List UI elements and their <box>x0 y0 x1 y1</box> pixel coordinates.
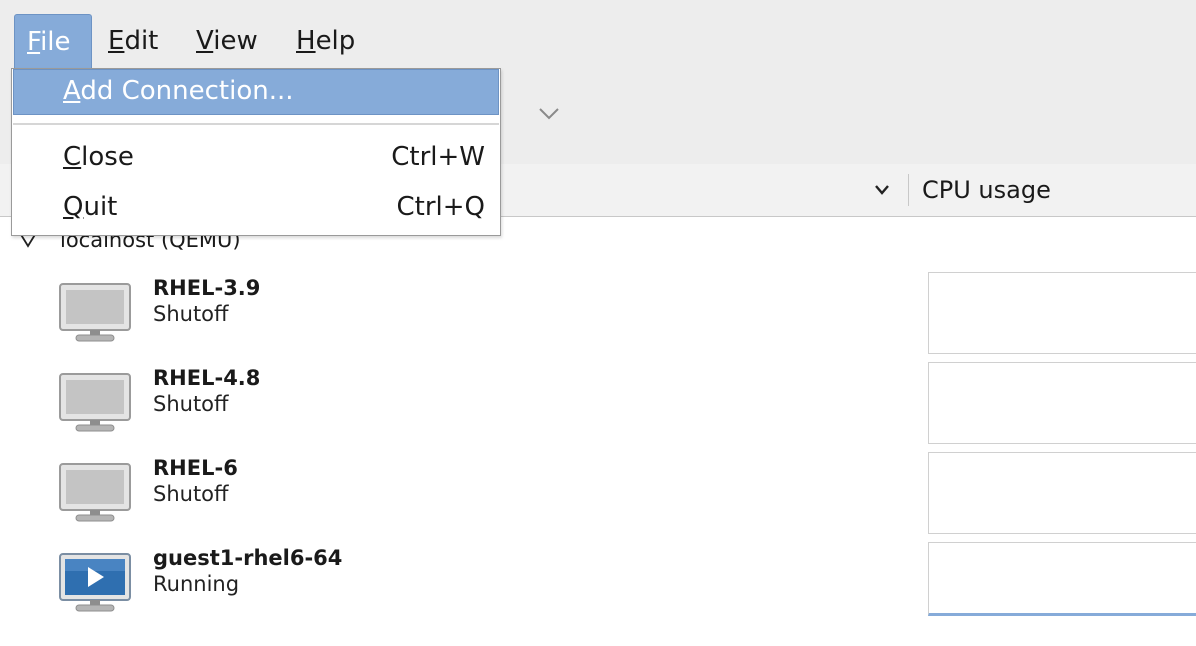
file-menu-dropdown: Add Connection... Close Ctrl+W Quit Ctrl… <box>11 68 501 236</box>
sort-chevron-icon[interactable] <box>874 183 890 197</box>
column-separator <box>908 174 909 206</box>
close-label: lose <box>81 142 134 172</box>
menu-help-label: elp <box>315 26 356 56</box>
quit-label: uit <box>83 192 118 222</box>
quit-shortcut: Ctrl+Q <box>396 192 485 222</box>
toolbar-dropdown-chevron-icon[interactable] <box>537 106 561 122</box>
cpu-usage-graph <box>928 452 1196 534</box>
vm-shutoff-icon <box>59 463 131 522</box>
cpu-usage-graph <box>928 272 1196 354</box>
vm-status: Shutoff <box>153 392 229 416</box>
menu-view-label: iew <box>213 26 258 56</box>
vm-running-icon <box>59 553 131 612</box>
menu-file-label: ile <box>40 27 71 57</box>
vm-name: RHEL-4.8 <box>153 366 261 390</box>
menu-view-mnemonic: V <box>196 26 214 56</box>
menu-edit[interactable]: Edit <box>108 14 168 68</box>
menu-file-mnemonic: F <box>27 27 41 57</box>
menu-edit-label: dit <box>124 26 159 56</box>
vm-status: Running <box>153 572 240 596</box>
cpu-usage-graph <box>928 362 1196 444</box>
cpu-usage-graph <box>928 542 1196 616</box>
add-connection-label: dd Connection... <box>80 76 294 106</box>
menu-view[interactable]: View <box>196 14 266 68</box>
vm-name: RHEL-3.9 <box>153 276 261 300</box>
vm-shutoff-icon <box>59 283 131 342</box>
vm-shutoff-icon <box>59 373 131 432</box>
add-connection-mnemonic: A <box>63 76 81 106</box>
column-cpu-usage[interactable]: CPU usage <box>922 174 1051 206</box>
vm-row[interactable]: guest1-rhel6-64 Running <box>0 542 1196 646</box>
vm-status: Shutoff <box>153 482 229 506</box>
menu-separator <box>13 123 499 125</box>
menu-edit-mnemonic: E <box>108 26 125 56</box>
menu-item-close[interactable]: Close Ctrl+W <box>13 135 499 181</box>
quit-mnemonic: Q <box>63 192 84 222</box>
close-mnemonic: C <box>63 142 82 172</box>
menu-help-mnemonic: H <box>296 26 316 56</box>
menu-item-add-connection[interactable]: Add Connection... <box>13 69 499 115</box>
menu-file[interactable]: File <box>14 14 92 68</box>
vm-name: RHEL-6 <box>153 456 238 480</box>
vm-name: guest1-rhel6-64 <box>153 546 343 570</box>
vm-status: Shutoff <box>153 302 229 326</box>
close-shortcut: Ctrl+W <box>391 142 485 172</box>
menu-help[interactable]: Help <box>296 14 366 68</box>
menu-item-quit[interactable]: Quit Ctrl+Q <box>13 185 499 231</box>
menu-bar: File Edit View Help <box>0 0 1196 68</box>
